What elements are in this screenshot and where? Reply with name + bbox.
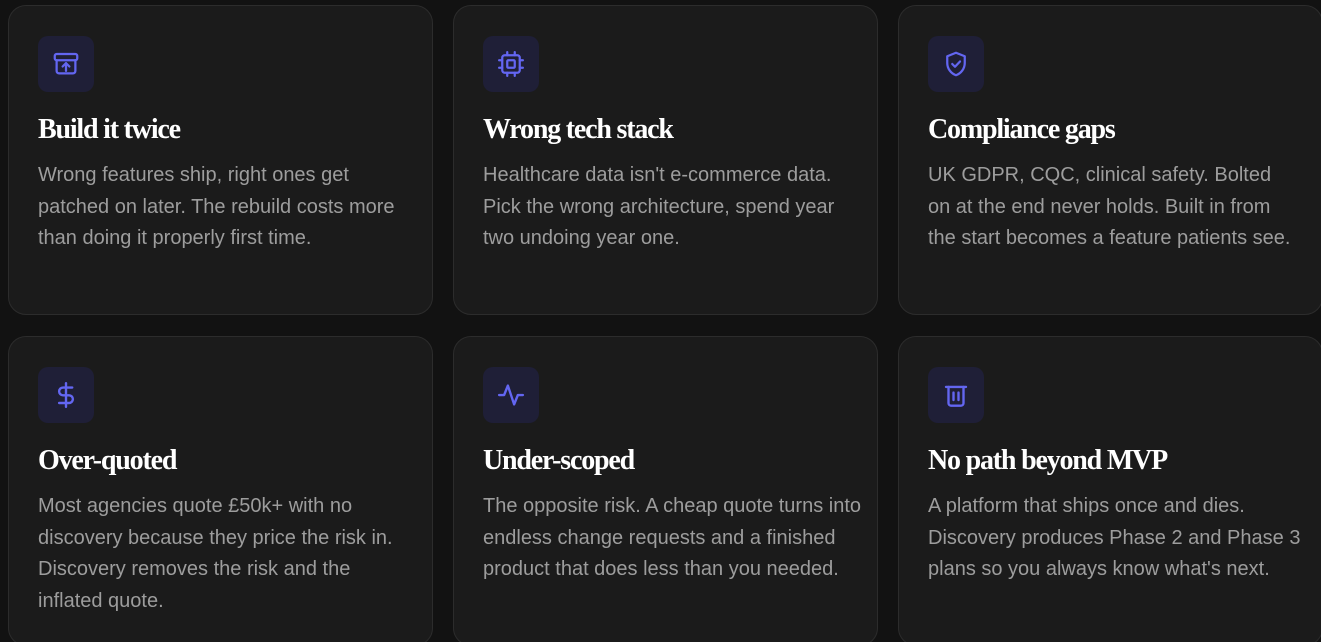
card-under-scoped: Under-scoped The opposite risk. A cheap … [453,336,878,642]
shield-check-icon [928,36,984,92]
cpu-chip-icon [483,36,539,92]
card-description: Wrong features ship, right ones get patc… [38,164,395,249]
card-title: No path beyond MVP [928,445,1168,476]
trash-icon [928,367,984,423]
card-wrong-tech-stack: Wrong tech stack Healthcare data isn't e… [453,5,878,315]
card-title: Build it twice [38,114,181,145]
card-description: Healthcare data isn't e-commerce data. P… [483,164,835,249]
archive-upload-icon [38,36,94,92]
card-build-it-twice: Build it twice Wrong features ship, righ… [8,5,433,315]
card-compliance-gaps: Compliance gaps UK GDPR, CQC, clinical s… [898,5,1321,315]
dollar-sign-icon [38,367,94,423]
card-title: Under-scoped [483,445,635,476]
card-title: Wrong tech stack [483,114,674,145]
card-description: Most agencies quote £50k+ with no discov… [38,495,393,612]
card-description: UK GDPR, CQC, clinical safety. Bolted on… [928,164,1291,249]
activity-pulse-icon [483,367,539,423]
card-description: The opposite risk. A cheap quote turns i… [483,495,862,580]
card-title: Compliance gaps [928,114,1116,145]
card-no-path-beyond-mvp: No path beyond MVP A platform that ships… [898,336,1321,642]
card-title: Over-quoted [38,445,177,476]
card-over-quoted: Over-quoted Most agencies quote £50k+ wi… [8,336,433,642]
card-description: A platform that ships once and dies. Dis… [928,495,1301,580]
